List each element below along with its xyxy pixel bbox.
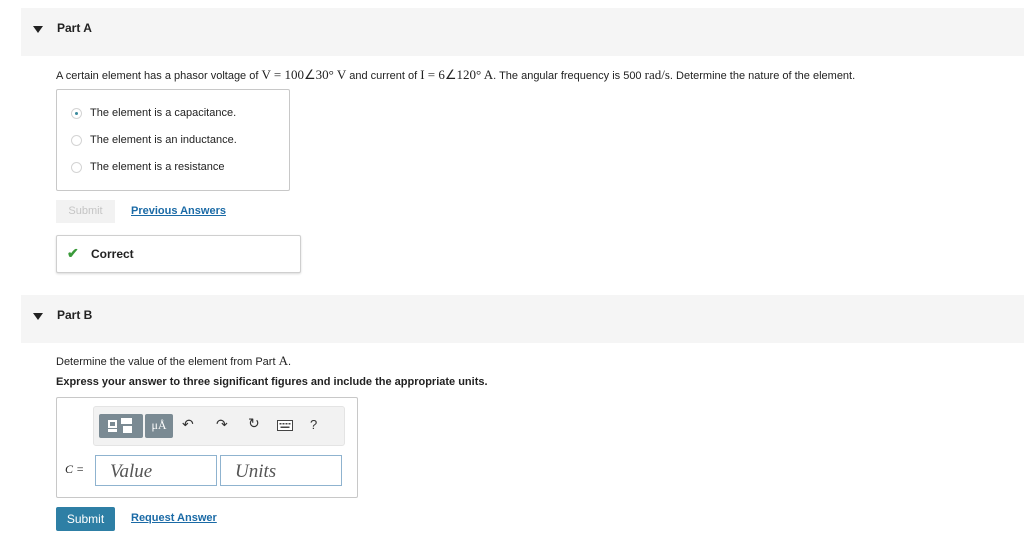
choice-label: The element is a capacitance.	[90, 107, 237, 119]
feedback-label: Correct	[91, 247, 134, 261]
math-toolbar: μÅ ↶ ↷ ↻ ?	[93, 406, 345, 446]
current-phasor: I = 6∠120° A	[420, 67, 494, 82]
choice-label: The element is a resistance	[90, 161, 225, 173]
radio-button[interactable]	[71, 135, 82, 146]
choices-box: The element is a capacitance. The elemen…	[56, 89, 290, 191]
question-text: and current of	[346, 70, 421, 82]
templates-button[interactable]	[99, 414, 143, 438]
part-b-instruction: Express your answer to three significant…	[56, 376, 488, 388]
units-button[interactable]: μÅ	[145, 414, 173, 438]
question-text: . The angular frequency is 500	[493, 70, 645, 82]
value-input[interactable]: Value	[95, 455, 217, 486]
radio-button-selected[interactable]	[71, 108, 82, 119]
answer-box: μÅ ↶ ↷ ↻ ? C = Value Units	[56, 397, 358, 498]
keyboard-icon[interactable]	[277, 418, 293, 434]
units-input[interactable]: Units	[220, 455, 342, 486]
variable-label: C =	[65, 462, 85, 476]
collapse-arrow-icon[interactable]	[33, 313, 43, 320]
feedback-correct: ✔ Correct	[56, 235, 301, 273]
part-a-submit-button: Submit	[56, 200, 115, 223]
part-a-header[interactable]: Part A	[21, 8, 1024, 56]
question-text: Determine the value of the element from …	[56, 356, 279, 368]
frequency-unit: rad/s	[644, 67, 670, 82]
part-a-question: A certain element has a phasor voltage o…	[56, 67, 855, 83]
question-text: A certain element has a phasor voltage o…	[56, 70, 262, 82]
part-reference: A	[278, 353, 288, 368]
undo-icon[interactable]: ↶	[182, 416, 194, 433]
voltage-phasor: V = 100∠30° V	[261, 67, 347, 82]
redo-icon[interactable]: ↷	[216, 416, 228, 433]
choice-label: The element is an inductance.	[90, 134, 237, 146]
part-b-submit-button[interactable]: Submit	[56, 507, 115, 531]
radio-button[interactable]	[71, 162, 82, 173]
units-button-label: μÅ	[151, 418, 167, 432]
collapse-arrow-icon[interactable]	[33, 26, 43, 33]
help-icon[interactable]: ?	[310, 417, 317, 432]
part-b-header[interactable]: Part B	[21, 295, 1024, 343]
part-a-title: Part A	[57, 21, 92, 35]
part-b-title: Part B	[57, 308, 93, 322]
checkmark-icon: ✔	[67, 245, 79, 261]
previous-answers-link[interactable]: Previous Answers	[131, 205, 226, 217]
part-b-question: Determine the value of the element from …	[56, 353, 291, 369]
question-text: .	[287, 356, 292, 368]
reset-icon[interactable]: ↻	[248, 415, 260, 432]
templates-icon	[108, 418, 132, 433]
question-text: . Determine the nature of the element.	[669, 70, 856, 82]
keyboard-glyph	[277, 420, 293, 431]
request-answer-link[interactable]: Request Answer	[131, 512, 217, 524]
